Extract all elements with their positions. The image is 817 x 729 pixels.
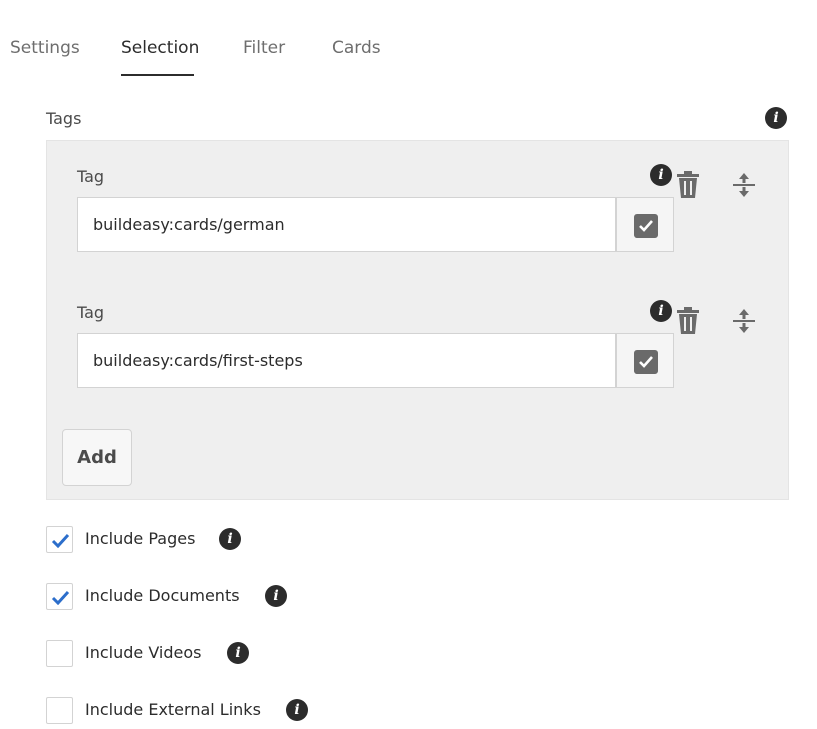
include-videos-label: Include Videos: [85, 643, 202, 662]
multifield-item: Tag i buildeasy:cards/german: [47, 141, 790, 261]
checkbox-icon: [634, 350, 658, 374]
info-icon[interactable]: i: [286, 699, 308, 721]
include-pages-checkbox[interactable]: [46, 526, 73, 553]
include-documents-checkbox[interactable]: [46, 583, 73, 610]
trash-icon[interactable]: [675, 171, 701, 199]
include-documents-label: Include Documents: [85, 586, 240, 605]
tag-picker-button[interactable]: [616, 197, 674, 252]
include-videos-checkbox-row[interactable]: Include Videos: [46, 640, 246, 668]
include-videos-checkbox[interactable]: [46, 640, 73, 667]
add-button[interactable]: Add: [62, 429, 132, 486]
tab-filter[interactable]: Filter: [243, 38, 285, 58]
tag-label: Tag: [77, 303, 105, 322]
include-external-links-label: Include External Links: [85, 700, 261, 719]
tab-selection[interactable]: Selection: [121, 38, 199, 58]
active-tab-indicator: [121, 74, 194, 76]
tab-bar: Settings Selection Filter Cards: [0, 0, 817, 80]
include-documents-checkbox-row[interactable]: Include Documents: [46, 583, 266, 611]
include-external-links-checkbox-row[interactable]: Include External Links: [46, 697, 276, 725]
info-icon[interactable]: i: [219, 528, 241, 550]
checkbox-icon: [634, 214, 658, 238]
tag-picker-button[interactable]: [616, 333, 674, 388]
tags-multifield: Tag i buildeasy:cards/german Tag i build…: [46, 140, 789, 500]
tag-input[interactable]: buildeasy:cards/german: [77, 197, 616, 252]
multifield-item: Tag i buildeasy:cards/first-steps: [47, 277, 790, 397]
info-icon[interactable]: i: [650, 300, 672, 322]
info-icon[interactable]: i: [227, 642, 249, 664]
info-icon[interactable]: i: [650, 164, 672, 186]
include-pages-label: Include Pages: [85, 529, 196, 548]
move-icon[interactable]: [731, 307, 757, 335]
tab-settings[interactable]: Settings: [10, 38, 80, 58]
include-external-links-checkbox[interactable]: [46, 697, 73, 724]
tag-input[interactable]: buildeasy:cards/first-steps: [77, 333, 616, 388]
tags-label: Tags: [46, 109, 82, 128]
tab-cards[interactable]: Cards: [332, 38, 381, 58]
move-icon[interactable]: [731, 171, 757, 199]
tag-label: Tag: [77, 167, 105, 186]
trash-icon[interactable]: [675, 307, 701, 335]
info-icon[interactable]: i: [265, 585, 287, 607]
info-icon[interactable]: i: [765, 107, 787, 129]
